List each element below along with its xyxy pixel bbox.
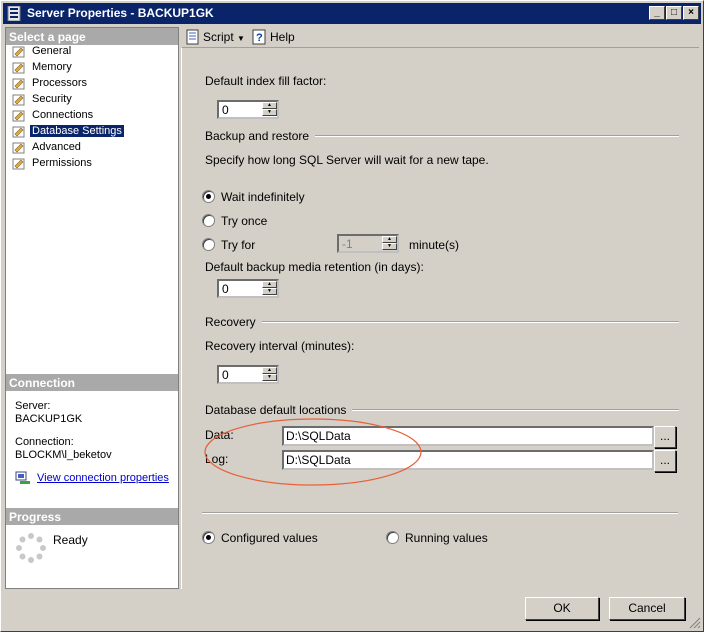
window-title: Server Properties - BACKUP1GK xyxy=(27,6,214,20)
progress-header: Progress xyxy=(6,508,178,525)
spin-down-icon: ▼ xyxy=(382,243,397,250)
backup-restore-group: Backup and restore xyxy=(205,129,679,143)
sidebar-item-label: Processors xyxy=(32,77,88,89)
page-icon xyxy=(12,94,25,106)
settings-panel: Default index fill factor: 0 ▲ ▼ Backup a… xyxy=(181,47,699,589)
page-icon xyxy=(12,110,25,122)
sidebar-item-label: Connections xyxy=(32,109,94,121)
toolbar: Script ▼ ? Help xyxy=(181,27,701,47)
svg-text:?: ? xyxy=(256,32,263,44)
fill-factor-label: Default index fill factor: xyxy=(205,74,327,88)
server-label: Server: xyxy=(15,400,51,412)
sidebar-item-database-settings[interactable]: Database Settings xyxy=(10,124,124,140)
page-icon xyxy=(12,46,25,58)
help-button[interactable]: Help xyxy=(270,29,295,45)
page-icon xyxy=(12,62,25,74)
help-icon: ? xyxy=(252,29,266,45)
sidebar-item-permissions[interactable]: Permissions xyxy=(10,156,94,172)
retention-label: Default backup media retention (in days)… xyxy=(205,260,424,274)
spin-down-icon[interactable]: ▼ xyxy=(262,109,277,116)
running-values-radio[interactable] xyxy=(386,531,399,544)
select-page-header: Select a page xyxy=(6,28,178,45)
try-once-radio[interactable] xyxy=(202,214,215,227)
page-icon xyxy=(12,158,25,170)
server-value: BACKUP1GK xyxy=(15,413,83,425)
progress-spinner-icon xyxy=(16,533,46,563)
sidebar-item-memory[interactable]: Memory xyxy=(10,60,74,76)
recovery-group-label: Recovery xyxy=(205,315,256,329)
wait-indefinitely-radio[interactable] xyxy=(202,190,215,203)
left-panel: Select a page General Memory Processors … xyxy=(5,27,179,589)
script-button[interactable]: Script ▼ xyxy=(203,29,245,47)
recovery-interval-label: Recovery interval (minutes): xyxy=(205,339,355,353)
backup-description: Specify how long SQL Server will wait fo… xyxy=(205,153,489,167)
connection-header: Connection xyxy=(6,374,178,391)
sidebar-item-label: Security xyxy=(32,93,72,105)
sidebar-item-label: Database Settings xyxy=(30,125,124,137)
fill-factor-spinner[interactable]: 0 ▲ ▼ xyxy=(217,100,279,119)
progress-status: Ready xyxy=(53,533,88,547)
view-connection-properties-link[interactable]: View connection properties xyxy=(37,472,169,485)
sidebar-item-security[interactable]: Security xyxy=(10,92,74,108)
try-for-label[interactable]: Try for xyxy=(221,238,255,252)
spin-down-icon[interactable]: ▼ xyxy=(262,374,277,381)
ok-button[interactable]: OK xyxy=(525,597,599,620)
spin-up-icon[interactable]: ▲ xyxy=(262,367,277,374)
connection-label: Connection: xyxy=(15,436,74,448)
configured-values-radio[interactable] xyxy=(202,531,215,544)
cancel-button[interactable]: Cancel xyxy=(609,597,685,620)
sidebar-item-connections[interactable]: Connections xyxy=(10,108,95,124)
spin-up-icon: ▲ xyxy=(382,236,397,243)
spin-up-icon[interactable]: ▲ xyxy=(262,102,277,109)
spin-down-icon[interactable]: ▼ xyxy=(262,288,277,295)
locations-group-label: Database default locations xyxy=(205,403,347,417)
backup-group-label: Backup and restore xyxy=(205,129,310,143)
sidebar-item-label: Memory xyxy=(32,61,72,73)
resize-grip-icon[interactable] xyxy=(689,617,701,629)
connection-value: BLOCKM\l_beketov xyxy=(15,449,112,461)
page-icon xyxy=(12,142,25,154)
running-values-label[interactable]: Running values xyxy=(405,531,488,545)
server-icon xyxy=(7,6,21,21)
annotation-ellipse xyxy=(204,418,422,486)
sidebar-item-general[interactable]: General xyxy=(10,44,73,60)
data-browse-button[interactable]: ... xyxy=(654,426,676,448)
try-once-label[interactable]: Try once xyxy=(221,214,267,228)
default-locations-group: Database default locations xyxy=(205,403,679,417)
close-button[interactable]: × xyxy=(683,6,699,20)
connection-properties-icon xyxy=(15,471,30,484)
sidebar-item-label: Advanced xyxy=(32,141,81,153)
recovery-group: Recovery xyxy=(205,315,679,329)
minimize-button[interactable]: _ xyxy=(649,6,665,20)
sidebar-item-label: Permissions xyxy=(32,157,92,169)
script-icon xyxy=(186,29,199,45)
try-for-value: -1 xyxy=(342,237,353,251)
configured-values-label[interactable]: Configured values xyxy=(221,531,318,545)
minutes-unit-label: minute(s) xyxy=(409,238,460,252)
page-icon xyxy=(12,126,25,138)
recovery-interval-spinner[interactable]: 0 ▲ ▼ xyxy=(217,365,279,384)
sidebar-item-label: General xyxy=(32,45,72,57)
separator xyxy=(202,512,678,514)
sidebar-item-processors[interactable]: Processors xyxy=(10,76,89,92)
wait-indefinitely-label[interactable]: Wait indefinitely xyxy=(221,190,305,204)
maximize-button[interactable]: □ xyxy=(666,6,682,20)
try-for-minutes-spinner: -1 ▲ ▼ xyxy=(337,234,399,253)
script-label: Script xyxy=(203,30,234,44)
retention-spinner[interactable]: 0 ▲ ▼ xyxy=(217,279,279,298)
spin-up-icon[interactable]: ▲ xyxy=(262,281,277,288)
sidebar-item-advanced[interactable]: Advanced xyxy=(10,140,83,156)
title-bar[interactable]: Server Properties - BACKUP1GK _ □ × xyxy=(3,3,701,24)
page-icon xyxy=(12,78,25,90)
retention-value: 0 xyxy=(222,282,229,296)
recovery-interval-value: 0 xyxy=(222,368,229,382)
fill-factor-value: 0 xyxy=(222,103,229,117)
dropdown-arrow-icon[interactable]: ▼ xyxy=(237,34,245,43)
try-for-radio[interactable] xyxy=(202,238,215,251)
server-properties-window: Server Properties - BACKUP1GK _ □ × Sele… xyxy=(0,0,704,632)
log-browse-button[interactable]: ... xyxy=(654,450,676,472)
